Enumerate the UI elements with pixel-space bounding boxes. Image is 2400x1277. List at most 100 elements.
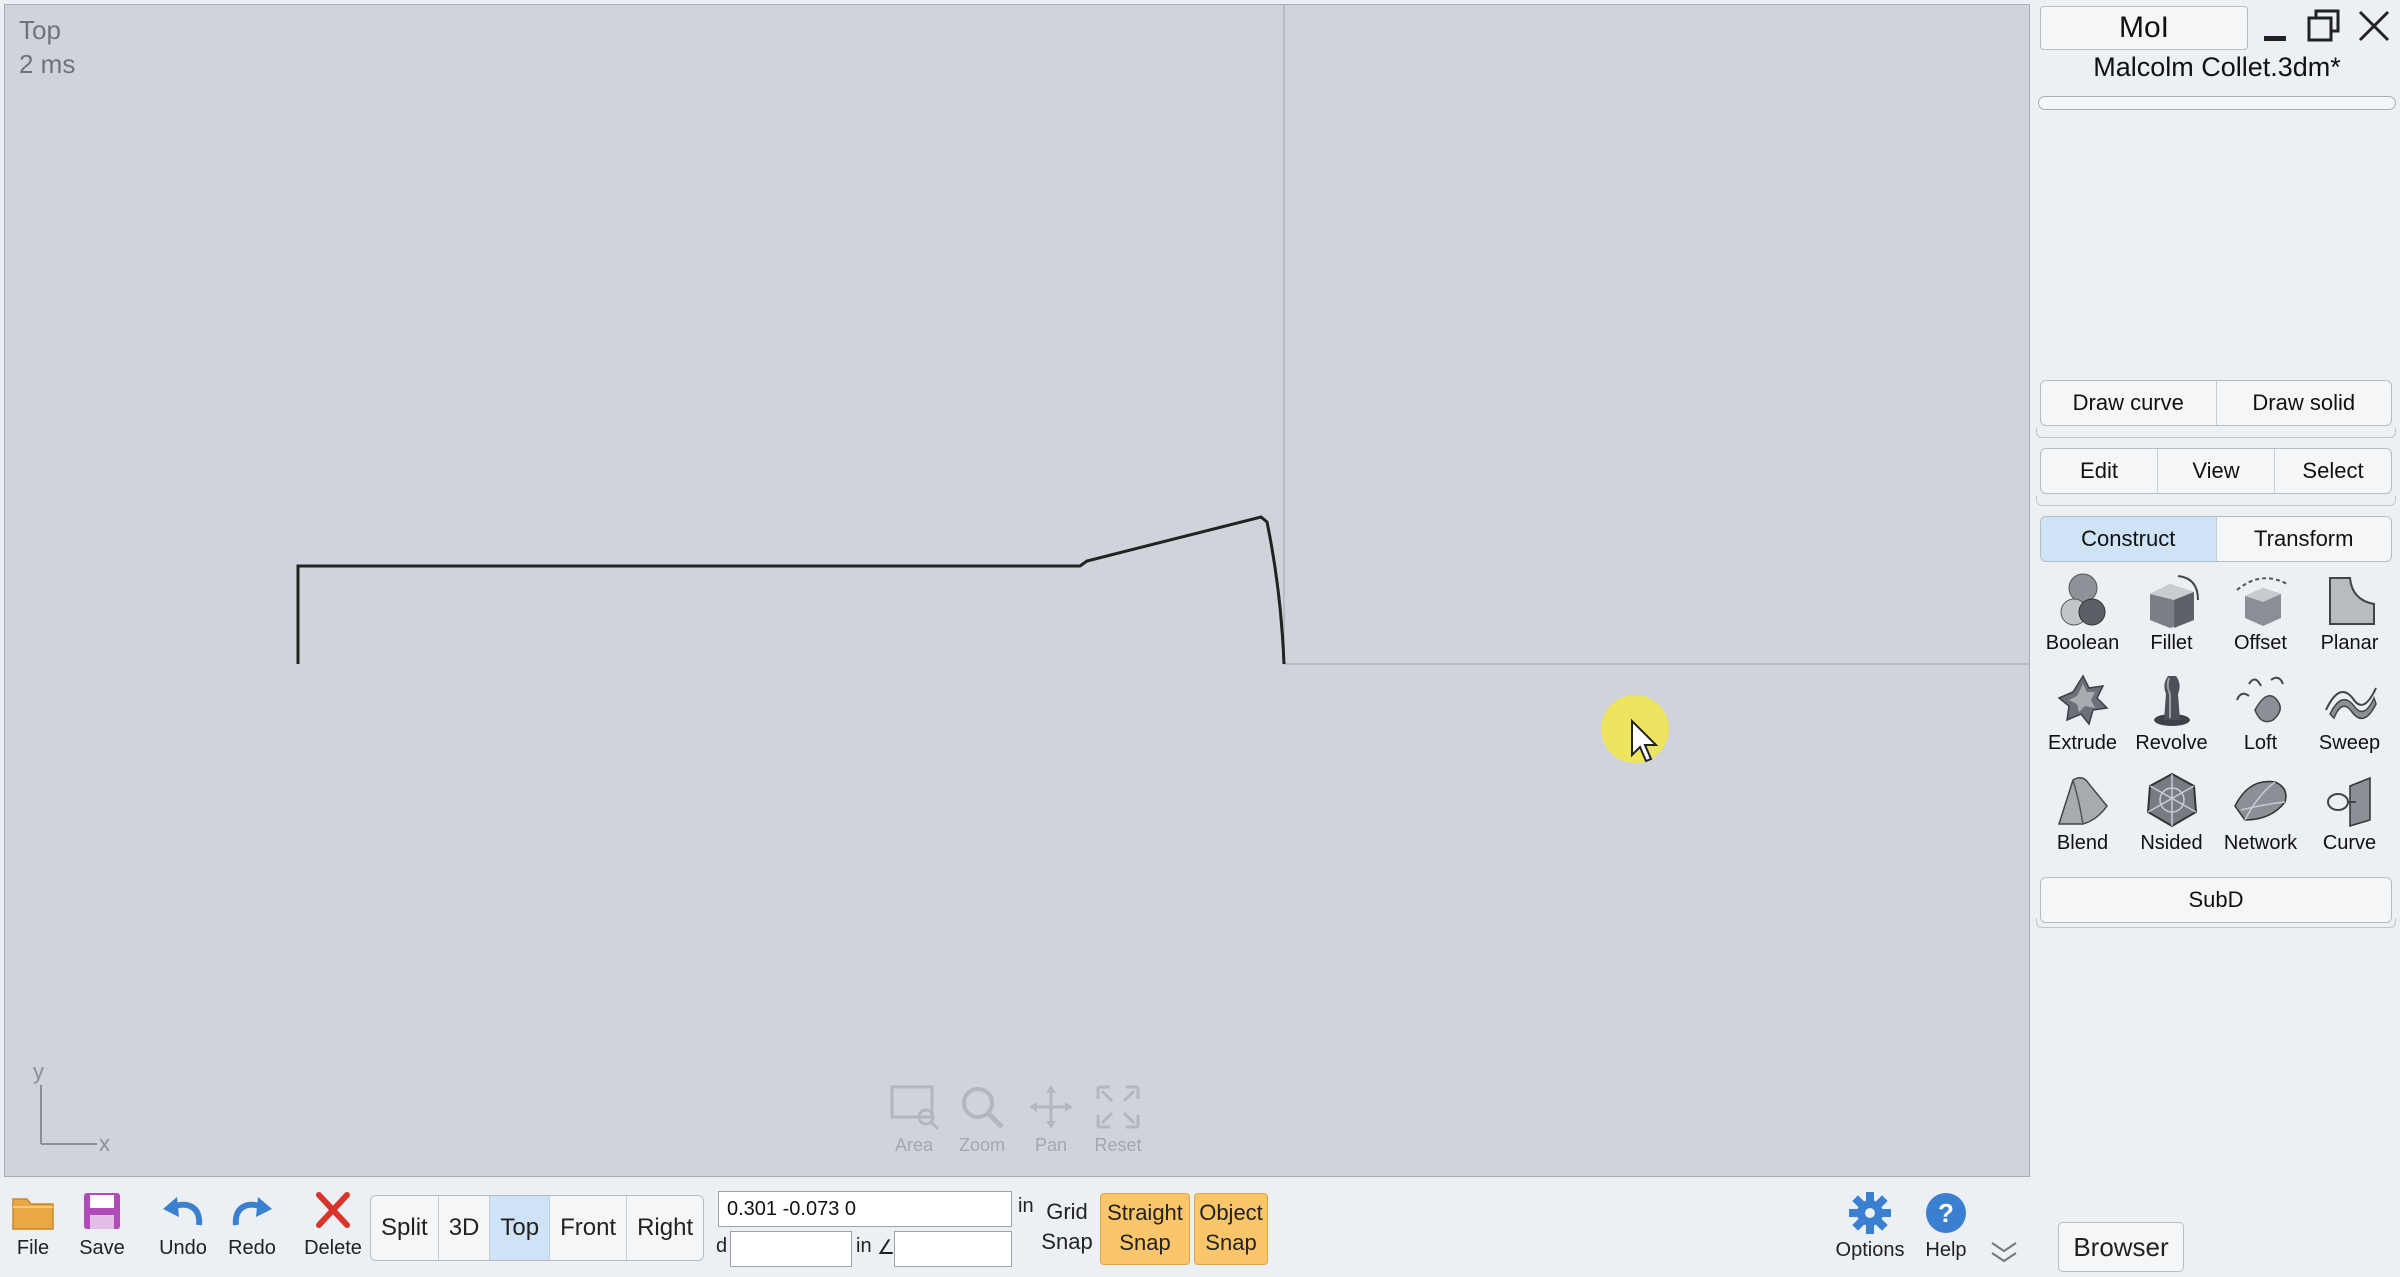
area-zoom-label: Area — [894, 1135, 934, 1155]
save-label: Save — [79, 1237, 125, 1259]
fillet-icon — [2149, 575, 2199, 628]
draw-tabs-shelf — [2036, 428, 2396, 438]
fillet-label: Fillet — [2150, 632, 2193, 654]
delete-label: Delete — [304, 1237, 362, 1259]
options-button[interactable]: Options — [1830, 1191, 1910, 1271]
sweep-icon — [2324, 687, 2377, 720]
construct-tabs: Construct Transform — [2040, 516, 2392, 562]
grid-snap-line1: Grid — [1046, 1199, 1088, 1224]
zoom-button[interactable]: Zoom — [949, 1083, 1015, 1156]
folder-icon — [12, 1198, 54, 1230]
edit-button[interactable]: Edit — [2041, 449, 2158, 493]
distance-input[interactable] — [730, 1231, 852, 1267]
viewport-top[interactable]: Top 2 ms y x Area Zoom Pan Reset — [4, 4, 2030, 1177]
file-button[interactable]: File — [8, 1191, 58, 1271]
redo-label: Redo — [228, 1237, 276, 1259]
double-chevron-down-icon — [1991, 1242, 2017, 1263]
angle-icon: ∠ — [877, 1237, 895, 1259]
curve-icon — [2326, 776, 2371, 828]
view-front-button[interactable]: Front — [550, 1196, 628, 1260]
reset-view-button[interactable]: Reset — [1085, 1083, 1151, 1156]
view-switcher: Split 3D Top Front Right — [370, 1195, 705, 1261]
object-snap-toggle[interactable]: Object Snap — [1194, 1193, 1268, 1265]
view-right-button[interactable]: Right — [627, 1196, 703, 1260]
nsided-tool[interactable]: Nsided — [2127, 766, 2216, 866]
edit-tabs-shelf — [2036, 496, 2396, 506]
revolve-tool[interactable]: Revolve — [2127, 666, 2216, 766]
options-label: Options — [1835, 1239, 1905, 1261]
view-split-button[interactable]: Split — [371, 1196, 439, 1260]
subd-shelf — [2036, 918, 2396, 928]
coordinate-input[interactable]: 0.301 -0.073 0 — [718, 1191, 1012, 1227]
blend-tool[interactable]: Blend — [2038, 766, 2127, 866]
subd-button[interactable]: SubD — [2041, 878, 2391, 922]
fillet-tool[interactable]: Fillet — [2127, 566, 2216, 666]
straight-snap-toggle[interactable]: Straight Snap — [1100, 1193, 1190, 1265]
axis-label-x: x — [99, 1131, 110, 1156]
transform-tab[interactable]: Transform — [2217, 517, 2392, 561]
sweep-label: Sweep — [2318, 732, 2381, 754]
loft-label: Loft — [2243, 732, 2278, 754]
planar-tool[interactable]: Planar — [2305, 566, 2394, 666]
offset-tool[interactable]: Offset — [2216, 566, 2305, 666]
select-button[interactable]: Select — [2275, 449, 2391, 493]
extrude-label: Extrude — [2048, 732, 2117, 754]
view-top-button[interactable]: Top — [490, 1196, 551, 1260]
browser-button[interactable]: Browser — [2058, 1222, 2184, 1272]
delete-button[interactable]: Delete — [300, 1191, 366, 1271]
undo-icon — [163, 1197, 203, 1226]
save-button[interactable]: Save — [76, 1191, 128, 1271]
area-zoom-button[interactable]: Area — [881, 1083, 947, 1156]
document-title: Malcolm Collet.3dm* — [2093, 52, 2341, 82]
blend-icon — [2057, 777, 2108, 825]
object-snap-line2: Snap — [1205, 1230, 1257, 1255]
pan-button[interactable]: Pan — [1018, 1083, 1084, 1156]
planar-label: Planar — [2320, 632, 2379, 654]
restore-icon[interactable] — [2306, 8, 2342, 44]
draw-solid-button[interactable]: Draw solid — [2217, 381, 2392, 425]
revolve-label: Revolve — [2135, 732, 2208, 754]
draw-curve-button[interactable]: Draw curve — [2041, 381, 2217, 425]
straight-snap-line1: Straight — [1107, 1200, 1183, 1225]
close-icon[interactable] — [2356, 8, 2392, 44]
object-snap-line1: Object — [1199, 1200, 1263, 1225]
curve-tool[interactable]: Curve — [2305, 766, 2394, 866]
extrude-icon — [2057, 674, 2109, 726]
revolve-icon — [2153, 676, 2190, 726]
view-button[interactable]: View — [2158, 449, 2275, 493]
distance-unit: in — [856, 1235, 872, 1257]
sweep-tool[interactable]: Sweep — [2305, 666, 2394, 766]
pan-label: Pan — [1034, 1135, 1068, 1155]
extrude-tool[interactable]: Extrude — [2038, 666, 2127, 766]
grid-snap-toggle[interactable]: Grid Snap — [1040, 1197, 1094, 1257]
boolean-icon — [2060, 573, 2105, 626]
right-panel: MoI Malcolm Collet.3dm* Draw curve Draw … — [2034, 0, 2400, 1181]
network-icon — [2233, 780, 2287, 821]
draw-tabs: Draw curve Draw solid — [2040, 380, 2392, 426]
render-time: 2 ms — [19, 49, 76, 79]
help-question-icon: ? — [1926, 1193, 1966, 1233]
delete-x-icon — [316, 1192, 350, 1228]
minimize-icon[interactable] — [2260, 8, 2290, 44]
app-name-button[interactable]: MoI — [2040, 6, 2248, 50]
drawn-curve — [296, 515, 1286, 665]
undo-button[interactable]: Undo — [152, 1191, 214, 1271]
construct-tab[interactable]: Construct — [2041, 517, 2217, 561]
loft-tool[interactable]: Loft — [2216, 666, 2305, 766]
redo-button[interactable]: Redo — [222, 1191, 282, 1271]
network-tool[interactable]: Network — [2216, 766, 2305, 866]
boolean-tool[interactable]: Boolean — [2038, 566, 2127, 666]
straight-snap-line2: Snap — [1119, 1230, 1171, 1255]
reset-view-icon — [1096, 1085, 1140, 1129]
curve-label: Curve — [2322, 832, 2377, 854]
bottom-toolbar: File Save Undo Redo Delete Split 3D Top … — [0, 1181, 2400, 1277]
expand-chevron-button[interactable] — [1988, 1237, 2020, 1267]
axis-label-y: y — [33, 1059, 44, 1084]
planar-icon — [2328, 577, 2375, 625]
command-prompt-bar — [2038, 96, 2396, 110]
angle-input[interactable] — [894, 1231, 1012, 1267]
help-button[interactable]: ? Help — [1918, 1191, 1974, 1271]
viewport-canvas[interactable] — [5, 5, 2030, 1177]
loft-icon — [2235, 676, 2284, 723]
view-3d-button[interactable]: 3D — [439, 1196, 491, 1260]
